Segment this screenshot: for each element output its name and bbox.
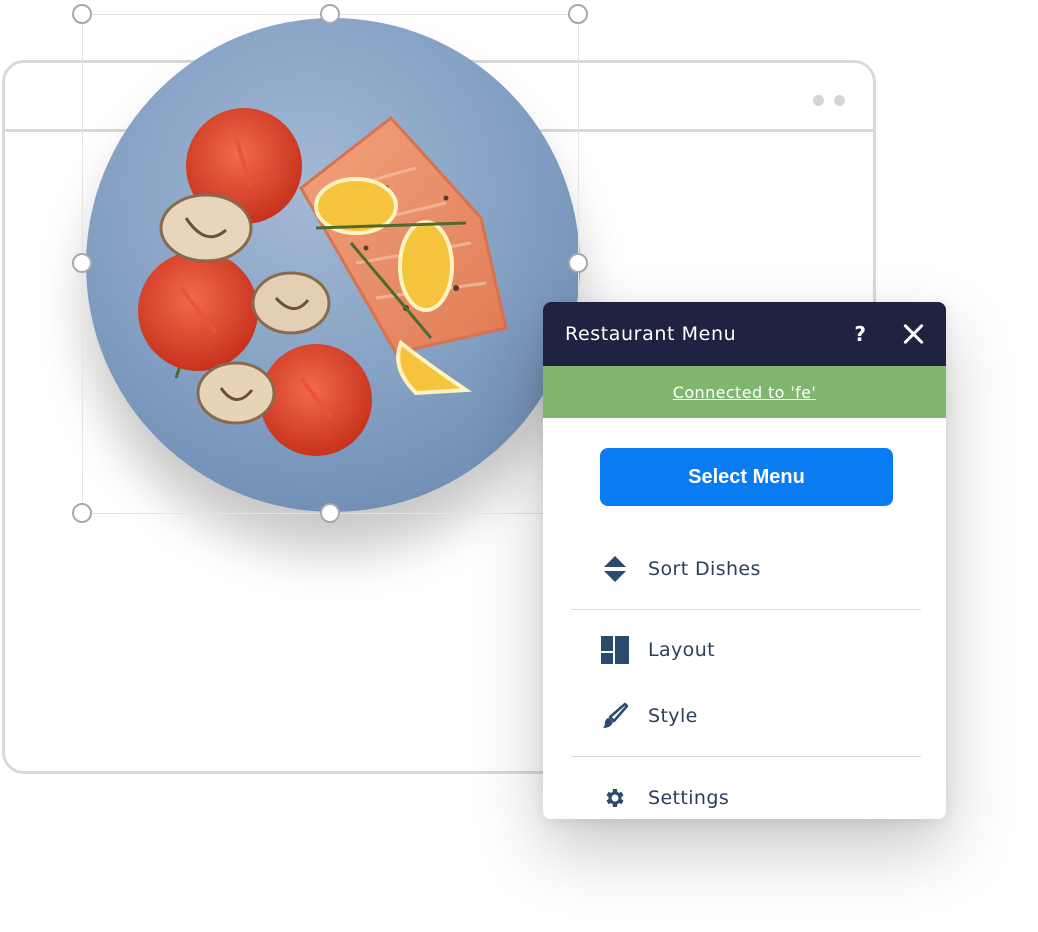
browser-window-dots bbox=[813, 95, 845, 106]
menu-item-style[interactable]: Style bbox=[598, 696, 898, 736]
layout-icon bbox=[598, 633, 632, 667]
connection-status-link[interactable]: Connected to 'fe' bbox=[673, 383, 816, 402]
restaurant-menu-panel: Restaurant Menu ? Connected to 'fe' Sele… bbox=[543, 302, 946, 819]
divider bbox=[571, 609, 921, 610]
menu-item-settings[interactable]: Settings bbox=[598, 778, 898, 818]
close-icon[interactable] bbox=[902, 323, 924, 345]
menu-item-layout[interactable]: Layout bbox=[598, 630, 898, 670]
image-selection-box bbox=[82, 14, 579, 514]
resize-handle-top-left[interactable] bbox=[72, 4, 92, 24]
resize-handle-top-center[interactable] bbox=[320, 4, 340, 24]
menu-item-label: Style bbox=[648, 705, 698, 727]
menu-item-label: Layout bbox=[648, 639, 715, 661]
divider bbox=[571, 756, 921, 757]
window-dot bbox=[813, 95, 824, 106]
resize-handle-top-right[interactable] bbox=[568, 4, 588, 24]
resize-handle-bottom-left[interactable] bbox=[72, 503, 92, 523]
menu-item-sort-dishes[interactable]: Sort Dishes bbox=[598, 549, 898, 589]
resize-handle-middle-left[interactable] bbox=[72, 253, 92, 273]
help-icon[interactable]: ? bbox=[854, 322, 866, 346]
gear-icon bbox=[598, 781, 632, 815]
connection-status-bar: Connected to 'fe' bbox=[543, 366, 946, 418]
panel-title: Restaurant Menu bbox=[565, 323, 737, 345]
window-dot bbox=[834, 95, 845, 106]
menu-item-label: Settings bbox=[648, 787, 730, 809]
brush-icon bbox=[598, 699, 632, 733]
sort-icon bbox=[598, 552, 632, 586]
select-menu-button[interactable]: Select Menu bbox=[600, 448, 893, 506]
panel-header: Restaurant Menu ? bbox=[543, 302, 946, 366]
menu-item-label: Sort Dishes bbox=[648, 558, 761, 580]
resize-handle-middle-right[interactable] bbox=[568, 253, 588, 273]
resize-handle-bottom-center[interactable] bbox=[320, 503, 340, 523]
